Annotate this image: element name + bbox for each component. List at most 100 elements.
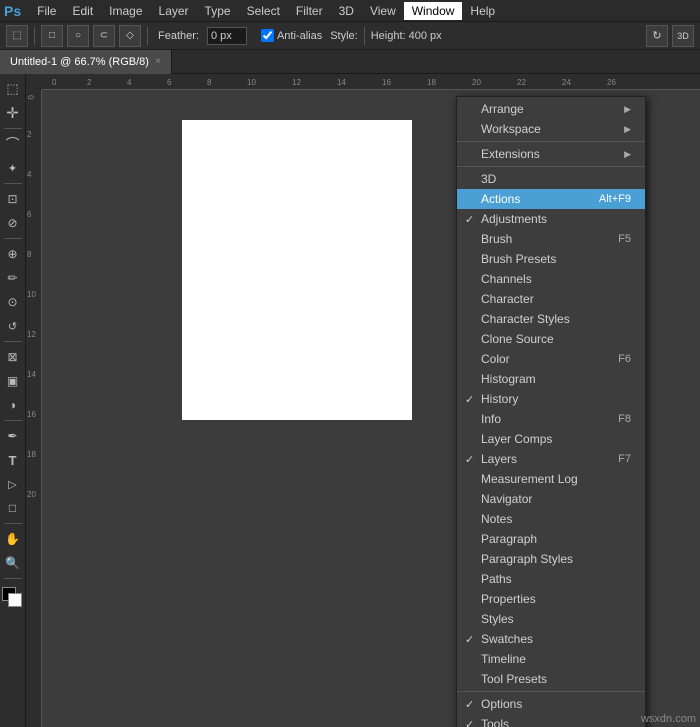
menu-view[interactable]: View [362, 2, 404, 20]
tool-dodge[interactable]: ◑ [2, 394, 24, 416]
tool-eraser[interactable]: ⊠ [2, 346, 24, 368]
style-label: Style: [330, 30, 358, 42]
menu-item-actions[interactable]: Actions Alt+F9 [457, 189, 645, 209]
feather-input[interactable] [207, 27, 247, 45]
menu-item-options[interactable]: Options [457, 694, 645, 714]
menu-item-3d[interactable]: 3D [457, 169, 645, 189]
menu-item-character-styles[interactable]: Character Styles [457, 309, 645, 329]
ruler-tick-12: 12 [292, 78, 301, 87]
antialias-label[interactable]: Anti-alias [261, 29, 322, 42]
ps-icon: Ps [4, 3, 21, 19]
menu-item-paragraph[interactable]: Paragraph [457, 529, 645, 549]
ruler-tick-8: 8 [207, 78, 211, 87]
main-layout: ⬚ ✛ ⌒ ✦ ⊡ ⊘ ⊕ ✏ ⊙ ↺ ⊠ ▣ ◑ ✒ T ▷ □ ✋ 🔍 [0, 74, 700, 727]
tool-pen[interactable]: ✒ [2, 425, 24, 447]
menu-sep-3 [457, 691, 645, 692]
toolbar-lasso-btn[interactable]: ⊂ [93, 25, 115, 47]
tool-brush[interactable]: ✏ [2, 267, 24, 289]
tool-path-select[interactable]: ▷ [2, 473, 24, 495]
menu-item-channels[interactable]: Channels [457, 269, 645, 289]
tool-zoom[interactable]: 🔍 [2, 552, 24, 574]
menu-item-styles[interactable]: Styles [457, 609, 645, 629]
menu-help[interactable]: Help [462, 2, 503, 20]
menu-item-adjustments[interactable]: Adjustments [457, 209, 645, 229]
menu-item-color[interactable]: Color F6 [457, 349, 645, 369]
tool-clone[interactable]: ⊙ [2, 291, 24, 313]
tool-sep-3 [4, 238, 22, 239]
tool-hand[interactable]: ✋ [2, 528, 24, 550]
tool-move[interactable]: ✛ [2, 102, 24, 124]
toolbar-rect-btn[interactable]: □ [41, 25, 63, 47]
ruler-v-tick-4: 4 [27, 170, 31, 179]
toolbar-3d-btn[interactable]: 3D [672, 25, 694, 47]
menu-item-info[interactable]: Info F8 [457, 409, 645, 429]
tool-magic-wand[interactable]: ✦ [2, 157, 24, 179]
toolbar-ellipse-btn[interactable]: ○ [67, 25, 89, 47]
tool-text[interactable]: T [2, 449, 24, 471]
tool-crop[interactable]: ⊡ [2, 188, 24, 210]
menu-item-notes[interactable]: Notes [457, 509, 645, 529]
tool-history-brush[interactable]: ↺ [2, 315, 24, 337]
menu-item-tools[interactable]: Tools [457, 714, 645, 727]
tool-marquee[interactable]: ⬚ [2, 78, 24, 100]
antialias-checkbox[interactable] [261, 29, 274, 42]
tool-gradient[interactable]: ▣ [2, 370, 24, 392]
toolbar-sep-3 [364, 27, 365, 45]
menu-item-character[interactable]: Character [457, 289, 645, 309]
color-boxes [2, 587, 24, 609]
menu-item-properties[interactable]: Properties [457, 589, 645, 609]
tool-eyedropper[interactable]: ⊘ [2, 212, 24, 234]
window-dropdown-menu: Arrange Workspace Extensions 3D Actions … [456, 96, 646, 727]
ruler-v-tick-20: 20 [27, 490, 36, 499]
canvas-area[interactable]: 0 2 4 6 8 10 12 14 16 18 20 22 24 26 0 2… [26, 74, 700, 727]
menu-item-clone-source[interactable]: Clone Source [457, 329, 645, 349]
ruler-v-tick-12: 12 [27, 330, 36, 339]
feather-label: Feather: [158, 30, 199, 42]
menu-item-histogram[interactable]: Histogram [457, 369, 645, 389]
ruler-v-tick-18: 18 [27, 450, 36, 459]
tab-title: Untitled-1 @ 66.7% (RGB/8) [10, 56, 149, 68]
toolbar-poly-btn[interactable]: ◇ [119, 25, 141, 47]
menu-item-swatches[interactable]: Swatches [457, 629, 645, 649]
menu-item-timeline[interactable]: Timeline [457, 649, 645, 669]
tool-shape[interactable]: □ [2, 497, 24, 519]
menu-file[interactable]: File [29, 2, 64, 20]
menu-image[interactable]: Image [101, 2, 150, 20]
ruler-horizontal: 0 2 4 6 8 10 12 14 16 18 20 22 24 26 [42, 74, 700, 90]
menu-filter[interactable]: Filter [288, 2, 331, 20]
menu-select[interactable]: Select [239, 2, 288, 20]
ruler-v-tick-6: 6 [27, 210, 31, 219]
toolbar-select-btn[interactable]: ⬚ [6, 25, 28, 47]
menu-item-paths[interactable]: Paths [457, 569, 645, 589]
ruler-tick-10: 10 [247, 78, 256, 87]
tool-sep-1 [4, 128, 22, 129]
menu-item-layers[interactable]: Layers F7 [457, 449, 645, 469]
menu-window[interactable]: Window [404, 2, 463, 20]
menu-item-arrange[interactable]: Arrange [457, 99, 645, 119]
tool-sep-7 [4, 578, 22, 579]
toolbar-rotate-btn[interactable]: ↻ [646, 25, 668, 47]
tool-lasso[interactable]: ⌒ [2, 133, 24, 155]
menu-edit[interactable]: Edit [64, 2, 101, 20]
menu-item-measurement-log[interactable]: Measurement Log [457, 469, 645, 489]
menu-item-history[interactable]: History [457, 389, 645, 409]
menu-item-brush-presets[interactable]: Brush Presets [457, 249, 645, 269]
ruler-tick-6: 6 [167, 78, 171, 87]
bg-color-swatch[interactable] [8, 593, 22, 607]
ruler-v-tick-2: 2 [27, 130, 31, 139]
tool-healing[interactable]: ⊕ [2, 243, 24, 265]
menu-3d[interactable]: 3D [331, 2, 362, 20]
document-tab[interactable]: Untitled-1 @ 66.7% (RGB/8) × [0, 50, 172, 74]
menu-item-workspace[interactable]: Workspace [457, 119, 645, 139]
menu-layer[interactable]: Layer [151, 2, 197, 20]
menu-item-brush[interactable]: Brush F5 [457, 229, 645, 249]
menu-type[interactable]: Type [197, 2, 239, 20]
tool-sep-2 [4, 183, 22, 184]
menu-item-tool-presets[interactable]: Tool Presets [457, 669, 645, 689]
menu-item-paragraph-styles[interactable]: Paragraph Styles [457, 549, 645, 569]
menu-item-navigator[interactable]: Navigator [457, 489, 645, 509]
menu-item-layer-comps[interactable]: Layer Comps [457, 429, 645, 449]
tab-close-btn[interactable]: × [155, 56, 161, 67]
menu-item-extensions[interactable]: Extensions [457, 144, 645, 164]
ruler-v-tick-8: 8 [27, 250, 31, 259]
